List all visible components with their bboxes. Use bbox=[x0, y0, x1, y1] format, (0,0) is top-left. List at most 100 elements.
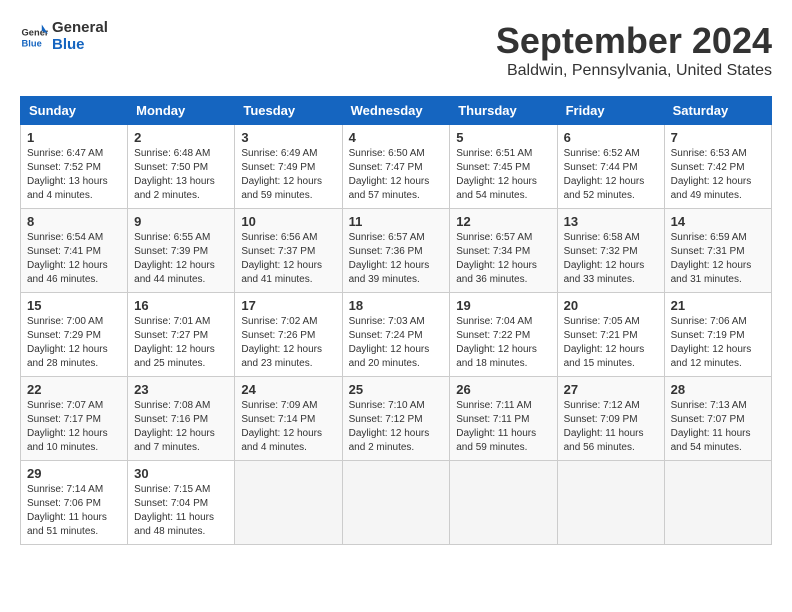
calendar-cell: 10 Sunrise: 6:56 AMSunset: 7:37 PMDayligh… bbox=[235, 209, 342, 293]
calendar-cell bbox=[342, 461, 450, 545]
calendar-cell bbox=[450, 461, 557, 545]
day-info: Sunrise: 6:56 AMSunset: 7:37 PMDaylight:… bbox=[241, 231, 335, 287]
calendar-header-row: SundayMondayTuesdayWednesdayThursdayFrid… bbox=[21, 97, 772, 125]
calendar-cell: 8 Sunrise: 6:54 AMSunset: 7:41 PMDaylight… bbox=[21, 209, 128, 293]
day-number: 3 bbox=[241, 130, 335, 145]
day-info: Sunrise: 6:58 AMSunset: 7:32 PMDaylight:… bbox=[564, 231, 658, 287]
day-info: Sunrise: 6:57 AMSunset: 7:34 PMDaylight:… bbox=[456, 231, 550, 287]
day-info: Sunrise: 7:08 AMSunset: 7:16 PMDaylight:… bbox=[134, 399, 228, 455]
calendar-week-row: 8 Sunrise: 6:54 AMSunset: 7:41 PMDaylight… bbox=[21, 209, 772, 293]
calendar-week-row: 22 Sunrise: 7:07 AMSunset: 7:17 PMDayligh… bbox=[21, 377, 772, 461]
day-info: Sunrise: 7:15 AMSunset: 7:04 PMDaylight:… bbox=[134, 483, 228, 539]
day-info: Sunrise: 6:48 AMSunset: 7:50 PMDaylight:… bbox=[134, 147, 228, 203]
calendar-week-row: 15 Sunrise: 7:00 AMSunset: 7:29 PMDayligh… bbox=[21, 293, 772, 377]
day-info: Sunrise: 7:07 AMSunset: 7:17 PMDaylight:… bbox=[27, 399, 121, 455]
day-number: 8 bbox=[27, 214, 121, 229]
day-info: Sunrise: 7:05 AMSunset: 7:21 PMDaylight:… bbox=[564, 315, 658, 371]
day-number: 24 bbox=[241, 382, 335, 397]
calendar-cell: 4 Sunrise: 6:50 AMSunset: 7:47 PMDaylight… bbox=[342, 125, 450, 209]
day-number: 18 bbox=[349, 298, 444, 313]
day-info: Sunrise: 6:54 AMSunset: 7:41 PMDaylight:… bbox=[27, 231, 121, 287]
day-number: 26 bbox=[456, 382, 550, 397]
day-number: 10 bbox=[241, 214, 335, 229]
logo-icon: General Blue bbox=[20, 23, 48, 51]
day-info: Sunrise: 7:06 AMSunset: 7:19 PMDaylight:… bbox=[671, 315, 765, 371]
day-info: Sunrise: 6:57 AMSunset: 7:36 PMDaylight:… bbox=[349, 231, 444, 287]
day-number: 11 bbox=[349, 214, 444, 229]
logo-general: General bbox=[52, 20, 108, 37]
day-info: Sunrise: 7:10 AMSunset: 7:12 PMDaylight:… bbox=[349, 399, 444, 455]
day-info: Sunrise: 6:47 AMSunset: 7:52 PMDaylight:… bbox=[27, 147, 121, 203]
day-number: 2 bbox=[134, 130, 228, 145]
location-title: Baldwin, Pennsylvania, United States bbox=[496, 62, 772, 80]
day-info: Sunrise: 7:00 AMSunset: 7:29 PMDaylight:… bbox=[27, 315, 121, 371]
day-number: 22 bbox=[27, 382, 121, 397]
day-number: 16 bbox=[134, 298, 228, 313]
calendar-cell: 23 Sunrise: 7:08 AMSunset: 7:16 PMDayligh… bbox=[128, 377, 235, 461]
calendar-week-row: 1 Sunrise: 6:47 AMSunset: 7:52 PMDaylight… bbox=[21, 125, 772, 209]
calendar-cell: 6 Sunrise: 6:52 AMSunset: 7:44 PMDaylight… bbox=[557, 125, 664, 209]
calendar-week-row: 29 Sunrise: 7:14 AMSunset: 7:06 PMDayligh… bbox=[21, 461, 772, 545]
day-number: 20 bbox=[564, 298, 658, 313]
day-number: 30 bbox=[134, 466, 228, 481]
day-info: Sunrise: 6:55 AMSunset: 7:39 PMDaylight:… bbox=[134, 231, 228, 287]
day-header-thursday: Thursday bbox=[450, 97, 557, 125]
calendar-cell bbox=[664, 461, 771, 545]
day-header-wednesday: Wednesday bbox=[342, 97, 450, 125]
day-info: Sunrise: 7:14 AMSunset: 7:06 PMDaylight:… bbox=[27, 483, 121, 539]
calendar-cell: 17 Sunrise: 7:02 AMSunset: 7:26 PMDayligh… bbox=[235, 293, 342, 377]
day-info: Sunrise: 6:51 AMSunset: 7:45 PMDaylight:… bbox=[456, 147, 550, 203]
day-info: Sunrise: 6:50 AMSunset: 7:47 PMDaylight:… bbox=[349, 147, 444, 203]
calendar-cell: 19Sunrise: 7:04 AMSunset: 7:22 PMDayligh… bbox=[450, 293, 557, 377]
calendar-cell bbox=[557, 461, 664, 545]
day-number: 23 bbox=[134, 382, 228, 397]
calendar-cell: 14Sunrise: 6:59 AMSunset: 7:31 PMDayligh… bbox=[664, 209, 771, 293]
day-info: Sunrise: 7:04 AMSunset: 7:22 PMDaylight:… bbox=[456, 315, 550, 371]
calendar-cell: 15 Sunrise: 7:00 AMSunset: 7:29 PMDayligh… bbox=[21, 293, 128, 377]
calendar-cell: 26 Sunrise: 7:11 AMSunset: 7:11 PMDayligh… bbox=[450, 377, 557, 461]
calendar-cell: 5 Sunrise: 6:51 AMSunset: 7:45 PMDaylight… bbox=[450, 125, 557, 209]
calendar-cell: 1 Sunrise: 6:47 AMSunset: 7:52 PMDaylight… bbox=[21, 125, 128, 209]
day-number: 17 bbox=[241, 298, 335, 313]
month-title: September 2024 bbox=[496, 20, 772, 62]
day-number: 29 bbox=[27, 466, 121, 481]
logo-blue: Blue bbox=[52, 37, 108, 54]
calendar-cell: 28Sunrise: 7:13 AMSunset: 7:07 PMDayligh… bbox=[664, 377, 771, 461]
day-number: 7 bbox=[671, 130, 765, 145]
day-info: Sunrise: 7:02 AMSunset: 7:26 PMDaylight:… bbox=[241, 315, 335, 371]
day-info: Sunrise: 6:52 AMSunset: 7:44 PMDaylight:… bbox=[564, 147, 658, 203]
day-number: 28 bbox=[671, 382, 765, 397]
day-header-saturday: Saturday bbox=[664, 97, 771, 125]
day-number: 4 bbox=[349, 130, 444, 145]
header: General Blue General Blue September 2024… bbox=[20, 20, 772, 80]
calendar-cell: 24 Sunrise: 7:09 AMSunset: 7:14 PMDayligh… bbox=[235, 377, 342, 461]
calendar-cell: 12Sunrise: 6:57 AMSunset: 7:34 PMDayligh… bbox=[450, 209, 557, 293]
calendar-cell: 25 Sunrise: 7:10 AMSunset: 7:12 PMDayligh… bbox=[342, 377, 450, 461]
day-info: Sunrise: 7:12 AMSunset: 7:09 PMDaylight:… bbox=[564, 399, 658, 455]
day-number: 5 bbox=[456, 130, 550, 145]
day-number: 21 bbox=[671, 298, 765, 313]
day-header-sunday: Sunday bbox=[21, 97, 128, 125]
calendar-cell: 16Sunrise: 7:01 AMSunset: 7:27 PMDayligh… bbox=[128, 293, 235, 377]
calendar-cell: 2 Sunrise: 6:48 AMSunset: 7:50 PMDaylight… bbox=[128, 125, 235, 209]
calendar-cell: 13Sunrise: 6:58 AMSunset: 7:32 PMDayligh… bbox=[557, 209, 664, 293]
calendar-cell: 7Sunrise: 6:53 AMSunset: 7:42 PMDaylight… bbox=[664, 125, 771, 209]
day-info: Sunrise: 6:49 AMSunset: 7:49 PMDaylight:… bbox=[241, 147, 335, 203]
logo: General Blue General Blue bbox=[20, 20, 108, 53]
day-info: Sunrise: 7:09 AMSunset: 7:14 PMDaylight:… bbox=[241, 399, 335, 455]
day-info: Sunrise: 7:11 AMSunset: 7:11 PMDaylight:… bbox=[456, 399, 550, 455]
day-number: 1 bbox=[27, 130, 121, 145]
svg-text:Blue: Blue bbox=[22, 38, 42, 48]
day-number: 14 bbox=[671, 214, 765, 229]
calendar-cell: 21 Sunrise: 7:06 AMSunset: 7:19 PMDayligh… bbox=[664, 293, 771, 377]
calendar-cell: 3 Sunrise: 6:49 AMSunset: 7:49 PMDaylight… bbox=[235, 125, 342, 209]
day-header-tuesday: Tuesday bbox=[235, 97, 342, 125]
calendar-cell: 20 Sunrise: 7:05 AMSunset: 7:21 PMDayligh… bbox=[557, 293, 664, 377]
day-number: 25 bbox=[349, 382, 444, 397]
day-header-friday: Friday bbox=[557, 97, 664, 125]
day-number: 6 bbox=[564, 130, 658, 145]
calendar-table: SundayMondayTuesdayWednesdayThursdayFrid… bbox=[20, 96, 772, 545]
day-number: 15 bbox=[27, 298, 121, 313]
calendar-cell: 27Sunrise: 7:12 AMSunset: 7:09 PMDayligh… bbox=[557, 377, 664, 461]
calendar-cell: 18Sunrise: 7:03 AMSunset: 7:24 PMDayligh… bbox=[342, 293, 450, 377]
